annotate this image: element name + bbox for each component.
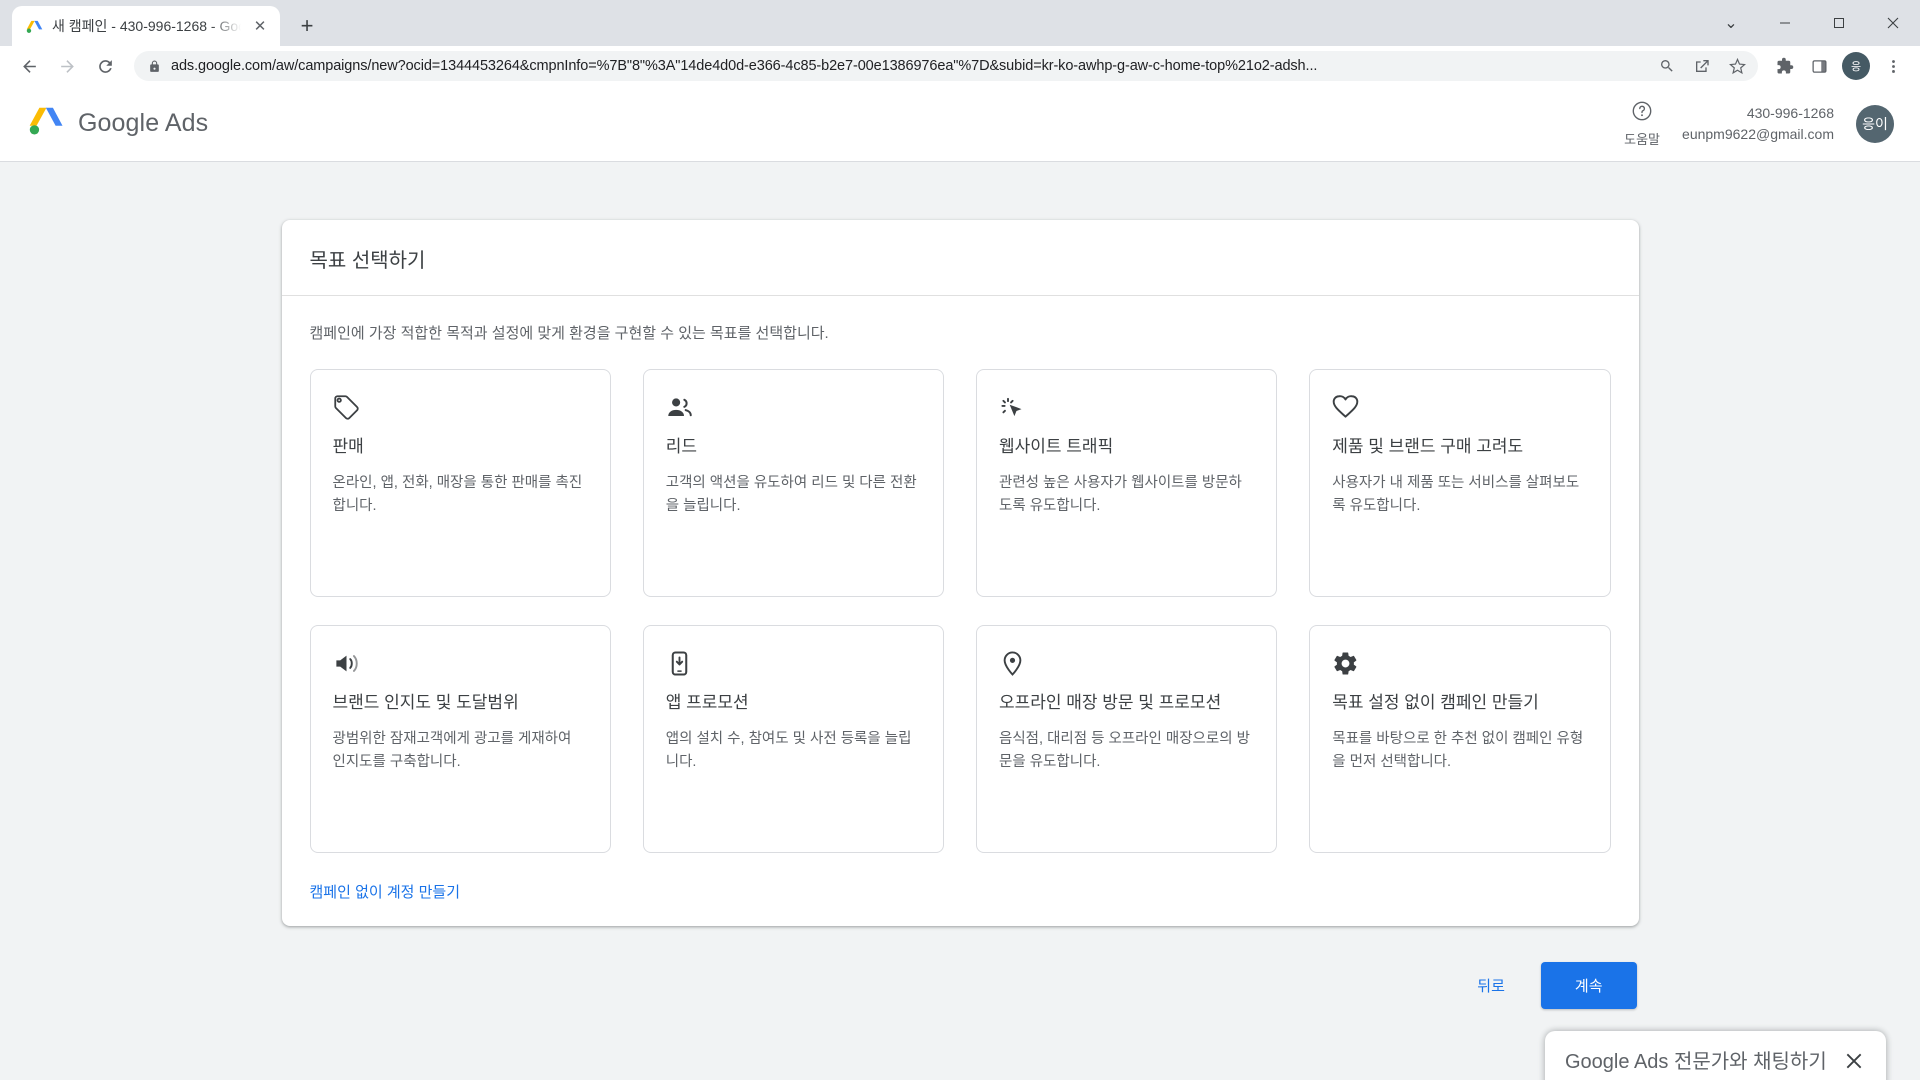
tab-title: 새 캠페인 - 430-996-1268 - Goo (52, 18, 241, 34)
goal-description: 온라인, 앱, 전화, 매장을 통한 판매를 촉진합니다. (332, 475, 583, 514)
create-account-without-campaign-link[interactable]: 캠페인 없이 계정 만들기 (310, 881, 461, 902)
goal-tile-brand-consideration[interactable]: 제품 및 브랜드 구매 고려도 사용자가 내 제품 또는 서비스를 살펴보도록 … (1309, 369, 1611, 597)
share-icon[interactable] (1689, 53, 1715, 79)
account-email: eunpm9622@gmail.com (1682, 125, 1834, 142)
window-close-button[interactable] (1866, 0, 1920, 46)
lock-icon (148, 60, 162, 73)
chat-widget-label: Google Ads 전문가와 채팅하기 (1565, 1051, 1827, 1073)
tab-strip: 새 캠페인 - 430-996-1268 - Goo ✕ + ⌄ (0, 0, 1920, 46)
address-bar[interactable]: ads.google.com/aw/campaigns/new?ocid=134… (134, 51, 1758, 81)
goal-description: 목표를 바탕으로 한 추천 없이 캠페인 유형을 먼저 선택합니다. (1332, 731, 1584, 770)
search-icon[interactable] (1654, 53, 1680, 79)
goal-description: 관련성 높은 사용자가 웹사이트를 방문하도록 유도합니다. (999, 475, 1242, 514)
goal-description: 사용자가 내 제품 또는 서비스를 살펴보도록 유도합니다. (1332, 475, 1580, 514)
goal-title: 오프라인 매장 방문 및 프로모션 (999, 693, 1222, 712)
card-header: 목표 선택하기 (281, 220, 1639, 296)
goal-title: 제품 및 브랜드 구매 고려도 (1332, 437, 1524, 456)
goal-description: 광범위한 잠재고객에게 광고를 게재하여 인지도를 구축합니다. (332, 731, 572, 770)
help-button[interactable]: 도움말 (1624, 100, 1660, 148)
bookmark-star-icon[interactable] (1724, 53, 1750, 79)
megaphone-icon (333, 648, 588, 678)
goal-title: 목표 설정 없이 캠페인 만들기 (1332, 693, 1539, 712)
goal-title: 브랜드 인지도 및 도달범위 (332, 693, 519, 712)
reload-icon[interactable] (88, 49, 122, 83)
browser-profile-avatar[interactable]: 응 (1842, 52, 1870, 80)
back-icon[interactable] (12, 49, 46, 83)
close-icon[interactable] (1844, 1051, 1866, 1076)
brand-logo[interactable]: Google Ads (28, 103, 208, 144)
goal-tile-brand-awareness[interactable]: 브랜드 인지도 및 도달범위 광범위한 잠재고객에게 광고를 게재하여 인지도를… (309, 625, 611, 853)
goal-description: 음식점, 대리점 등 오프라인 매장으로의 방문을 유도합니다. (999, 731, 1250, 770)
people-icon (666, 392, 921, 422)
gear-icon (1332, 648, 1587, 678)
continue-button[interactable]: 계속 (1540, 962, 1637, 1009)
cursor-click-icon (999, 392, 1254, 422)
footer-actions: 뒤로 계속 (282, 962, 1639, 1009)
location-pin-icon (999, 648, 1254, 678)
help-label: 도움말 (1624, 131, 1661, 147)
maximize-button[interactable] (1812, 0, 1866, 46)
goal-tile-sales[interactable]: 판매 온라인, 앱, 전화, 매장을 통한 판매를 촉진합니다. (309, 369, 611, 597)
chat-widget[interactable]: Google Ads 전문가와 채팅하기 (1545, 1031, 1886, 1080)
heart-icon (1332, 392, 1587, 422)
goal-tile-no-goal[interactable]: 목표 설정 없이 캠페인 만들기 목표를 바탕으로 한 추천 없이 캠페인 유형… (1309, 625, 1611, 853)
account-id: 430-996-1268 (1746, 105, 1834, 122)
goal-tile-store-visits[interactable]: 오프라인 매장 방문 및 프로모션 음식점, 대리점 등 오프라인 매장으로의 … (976, 625, 1278, 853)
page-body: 목표 선택하기 캠페인에 가장 적합한 목적과 설정에 맞게 환경을 구현할 수… (0, 162, 1920, 1080)
side-panel-icon[interactable] (1804, 49, 1834, 83)
goal-selection-card: 목표 선택하기 캠페인에 가장 적합한 목적과 설정에 맞게 환경을 구현할 수… (281, 220, 1639, 926)
goal-tile-app-promotion[interactable]: 앱 프로모션 앱의 설치 수, 참여도 및 사전 등록을 늘립니다. (642, 625, 944, 853)
google-ads-favicon (26, 18, 43, 35)
window-controls: ⌄ (1704, 0, 1920, 46)
new-tab-button[interactable]: + (290, 9, 324, 43)
back-button[interactable]: 뒤로 (1467, 965, 1515, 1006)
goal-title: 앱 프로모션 (665, 693, 749, 712)
page-title: 목표 선택하기 (309, 250, 426, 272)
goal-description: 고객의 액션을 유도하여 리드 및 다른 전환을 늘립니다. (665, 475, 917, 514)
brand-name: Google Ads (78, 109, 209, 137)
goal-title: 리드 (665, 437, 698, 456)
page-subtitle: 캠페인에 가장 적합한 목적과 설정에 맞게 환경을 구현할 수 있는 목표를 … (309, 325, 829, 342)
app-download-icon (666, 648, 921, 678)
close-icon[interactable]: ✕ (250, 16, 270, 36)
goal-description: 앱의 설치 수, 참여도 및 사전 등록을 늘립니다. (665, 731, 912, 770)
goal-title: 웹사이트 트래픽 (999, 437, 1114, 456)
more-menu-icon[interactable] (1878, 49, 1908, 83)
url-text: ads.google.com/aw/campaigns/new?ocid=134… (171, 58, 1318, 74)
google-ads-logo-icon (28, 103, 64, 144)
card-body: 캠페인에 가장 적합한 목적과 설정에 맞게 환경을 구현할 수 있는 목표를 … (282, 296, 1639, 926)
header-actions: 도움말 430-996-1268 eunpm9622@gmail.com 응이 (1624, 100, 1894, 148)
goal-grid: 판매 온라인, 앱, 전화, 매장을 통한 판매를 촉진합니다. 리드 고객의 … (309, 369, 1611, 853)
extensions-icon[interactable] (1770, 49, 1800, 83)
minimize-button[interactable] (1758, 0, 1812, 46)
avatar[interactable]: 응이 (1856, 104, 1894, 143)
browser-toolbar: ads.google.com/aw/campaigns/new?ocid=134… (0, 46, 1920, 86)
browser-chrome: 새 캠페인 - 430-996-1268 - Goo ✕ + ⌄ ads.goo… (0, 0, 1920, 86)
chevron-down-icon[interactable]: ⌄ (1704, 0, 1758, 46)
goal-tile-website-traffic[interactable]: 웹사이트 트래픽 관련성 높은 사용자가 웹사이트를 방문하도록 유도합니다. (976, 369, 1278, 597)
goal-tile-leads[interactable]: 리드 고객의 액션을 유도하여 리드 및 다른 전환을 늘립니다. (642, 369, 944, 597)
account-info[interactable]: 430-996-1268 eunpm9622@gmail.com (1682, 103, 1834, 144)
forward-icon[interactable] (50, 49, 84, 83)
goal-title: 판매 (332, 437, 364, 456)
app-header: Google Ads 도움말 430-996-1268 eunpm9622@gm… (0, 86, 1920, 162)
help-icon (1631, 100, 1653, 127)
browser-tab[interactable]: 새 캠페인 - 430-996-1268 - Goo ✕ (12, 6, 280, 46)
tag-icon (333, 392, 588, 422)
